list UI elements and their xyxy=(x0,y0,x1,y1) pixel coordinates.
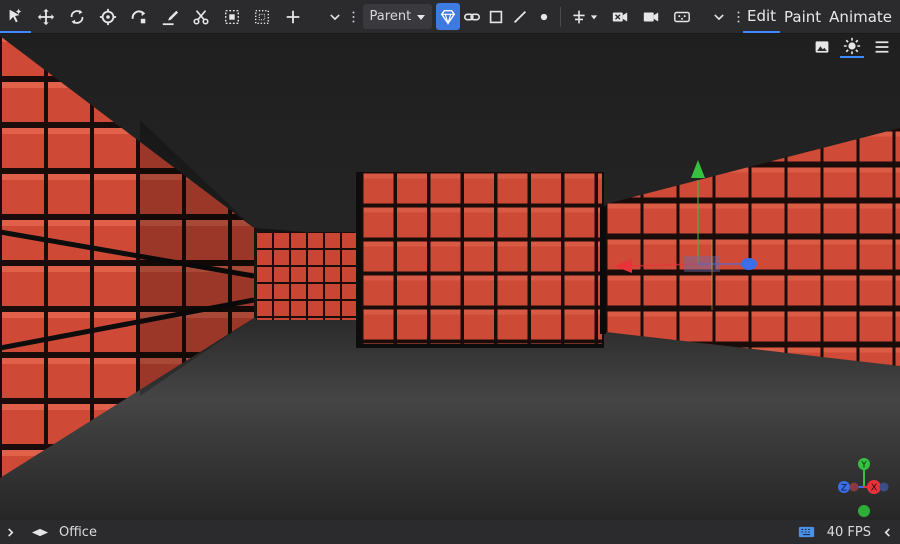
toolbar-handle-icon[interactable] xyxy=(733,0,743,33)
move-tool-button[interactable] xyxy=(31,0,62,33)
scissors-icon xyxy=(193,9,209,25)
camera-x-icon xyxy=(612,12,628,21)
link-button[interactable] xyxy=(460,0,484,33)
more-tools-dropdown[interactable] xyxy=(309,0,349,33)
square-button[interactable] xyxy=(484,0,508,33)
scene-render xyxy=(0,34,900,520)
point-button[interactable] xyxy=(532,0,556,33)
camera-preview-button[interactable] xyxy=(605,0,636,33)
move-icon xyxy=(38,8,55,25)
viewport-overlay-controls xyxy=(810,36,894,58)
view-options-dropdown[interactable] xyxy=(697,0,733,33)
scene-name[interactable]: Office xyxy=(59,525,97,540)
parent-dropdown[interactable]: Parent xyxy=(362,4,433,29)
background-toggle-button[interactable] xyxy=(810,36,834,58)
snap-icon xyxy=(573,10,585,23)
gizmo-label-y: Y xyxy=(860,461,867,471)
scale-tool-button[interactable] xyxy=(93,0,124,33)
chevron-left-icon[interactable] xyxy=(883,527,892,537)
gem-icon xyxy=(440,9,456,25)
orientation-gizmo[interactable]: Y X Z xyxy=(834,454,894,520)
rotate-icon xyxy=(70,9,84,24)
add-button[interactable] xyxy=(278,0,309,33)
tab-edit[interactable]: Edit xyxy=(742,0,781,33)
line-icon xyxy=(513,10,526,23)
scale-icon xyxy=(99,8,117,25)
box-select-icon xyxy=(224,9,239,24)
lighting-toggle-button[interactable] xyxy=(840,36,864,58)
image-icon xyxy=(815,41,829,53)
grid-select-button[interactable] xyxy=(247,0,278,33)
status-bar: Office 40 FPS xyxy=(0,520,900,544)
select-tool-icon xyxy=(10,8,22,22)
dot-icon xyxy=(540,13,547,20)
gizmo-label-x: X xyxy=(871,483,878,494)
parent-dropdown-label: Parent xyxy=(369,9,412,24)
line-button[interactable] xyxy=(508,0,532,33)
scene-icon xyxy=(31,528,49,536)
gizmo-label-z: Z xyxy=(841,484,847,494)
brush-icon xyxy=(162,10,178,25)
caret-down-icon xyxy=(417,14,426,20)
hamburger-menu-icon xyxy=(875,41,889,53)
select-tool-button[interactable] xyxy=(0,0,31,33)
sun-icon xyxy=(843,37,861,55)
box-select-button[interactable] xyxy=(216,0,247,33)
gizmo-axis-neg-x xyxy=(849,482,859,492)
toolbar-divider xyxy=(559,6,561,27)
chevron-right-icon[interactable] xyxy=(6,527,15,537)
gamepad-icon xyxy=(673,11,690,22)
brush-tool-button[interactable] xyxy=(154,0,185,33)
keyboard-icon[interactable] xyxy=(798,526,815,538)
pivot-icon xyxy=(131,9,146,23)
mode-tabs: Edit Paint Animate xyxy=(742,0,900,33)
caret-down-icon xyxy=(590,14,598,19)
gem-snap-button[interactable] xyxy=(436,3,461,30)
pivot-tool-button[interactable] xyxy=(124,0,155,33)
chevron-down-icon xyxy=(714,13,724,20)
rotate-tool-button[interactable] xyxy=(62,0,93,33)
video-camera-icon xyxy=(643,12,659,21)
fps-counter: 40 FPS xyxy=(826,524,871,540)
plus-icon xyxy=(287,10,300,23)
camera-button[interactable] xyxy=(635,0,666,33)
link-icon xyxy=(464,12,481,21)
toolbar-handle-icon[interactable] xyxy=(349,0,359,33)
tab-animate[interactable]: Animate xyxy=(825,0,896,33)
3d-viewport[interactable]: Y X Z xyxy=(0,34,900,520)
tab-paint[interactable]: Paint xyxy=(780,0,825,33)
top-toolbar: Parent Edit Paint Animate xyxy=(0,0,900,34)
chevron-down-icon xyxy=(329,13,340,20)
snap-dropdown[interactable] xyxy=(565,0,605,33)
gizmo-axis-neg-z xyxy=(879,482,889,492)
gamepad-button[interactable] xyxy=(666,0,697,33)
gizmo-axis-neg-y xyxy=(858,505,870,517)
grid-dots-icon xyxy=(255,9,270,24)
cut-tool-button[interactable] xyxy=(185,0,216,33)
viewport-menu-button[interactable] xyxy=(870,36,894,58)
square-icon xyxy=(489,10,503,23)
